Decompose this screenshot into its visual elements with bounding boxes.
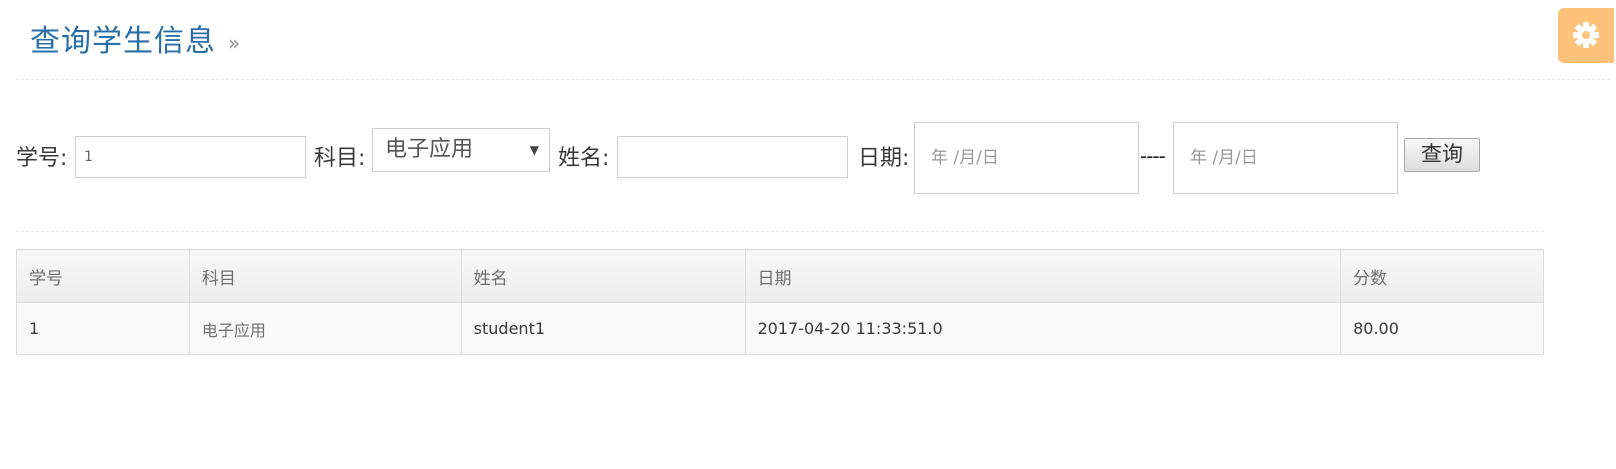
- results-table: 学号 科目 姓名 日期 分数 1 电子应用 student1 2017-04-2…: [16, 249, 1544, 355]
- gear-icon: [1573, 22, 1599, 48]
- date-from-input[interactable]: 年 /月/日: [914, 122, 1139, 194]
- date-to-placeholder: 年 /月/日: [1190, 148, 1258, 168]
- name-input[interactable]: [617, 136, 848, 178]
- cell-subject: 电子应用: [188, 302, 462, 355]
- search-form: 学号: 科目: 电子应用 ▼ 姓名: 日期: 年 /月/日 ---- 年 /月/…: [16, 122, 1610, 194]
- column-header-student-id: 学号: [16, 249, 190, 303]
- name-label: 姓名:: [558, 146, 610, 171]
- table-row: 1 电子应用 student1 2017-04-20 11:33:51.0 80…: [16, 302, 1544, 355]
- column-header-date: 日期: [744, 249, 1342, 303]
- column-header-score: 分数: [1340, 249, 1544, 303]
- table-header-row: 学号 科目 姓名 日期 分数: [16, 249, 1544, 303]
- column-header-name: 姓名: [460, 249, 746, 303]
- date-from-placeholder: 年 /月/日: [931, 148, 999, 168]
- page-header: 查询学生信息 »: [16, 0, 1610, 80]
- dropdown-arrow-icon: ▼: [529, 143, 539, 157]
- chevron-right-icon: »: [228, 30, 242, 55]
- student-id-label: 学号:: [16, 146, 68, 171]
- cell-name: student1: [460, 302, 746, 355]
- settings-button[interactable]: [1558, 8, 1614, 63]
- page-title: 查询学生信息 »: [30, 16, 241, 60]
- subject-selected-value: 电子应用: [385, 137, 474, 162]
- query-button[interactable]: 查询: [1404, 138, 1480, 172]
- cell-date: 2017-04-20 11:33:51.0: [744, 302, 1342, 355]
- cell-student-id: 1: [16, 302, 190, 355]
- date-label: 日期:: [858, 146, 910, 171]
- date-to-input[interactable]: 年 /月/日: [1173, 122, 1398, 194]
- cell-score: 80.00: [1340, 302, 1544, 355]
- section-divider: [16, 231, 1544, 232]
- subject-select[interactable]: 电子应用 ▼: [372, 128, 550, 172]
- subject-label: 科目:: [314, 146, 366, 171]
- column-header-subject: 科目: [188, 249, 462, 303]
- date-range-separator: ----: [1140, 144, 1166, 168]
- student-id-input[interactable]: [75, 136, 306, 178]
- page-title-text: 查询学生信息: [30, 24, 216, 59]
